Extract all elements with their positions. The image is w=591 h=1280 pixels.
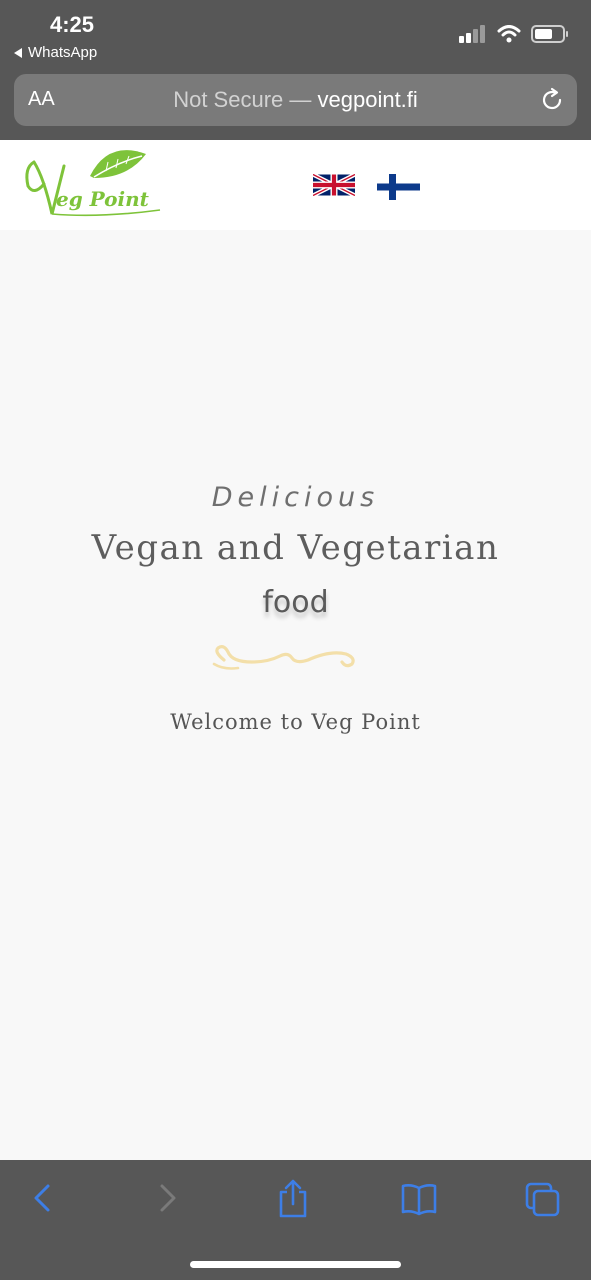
share-icon[interactable] (277, 1178, 309, 1220)
security-label: Not Secure — (173, 87, 312, 112)
address-bar[interactable]: AA Not Secure — vegpoint.fi (14, 74, 577, 126)
decorative-swirl-icon (212, 645, 355, 670)
home-indicator[interactable] (190, 1261, 401, 1268)
hero-section: Delicious Vegan and Vegetarian food Welc… (0, 230, 591, 1160)
uk-flag-icon[interactable] (313, 174, 355, 196)
svg-text:eg Point: eg Point (56, 187, 150, 211)
hero-subtitle-food: food (262, 585, 329, 620)
cellular-signal-icon (459, 25, 485, 43)
site-header: eg Point (0, 140, 591, 230)
back-app-label: WhatsApp (28, 44, 98, 61)
vegpoint-logo[interactable]: eg Point (20, 144, 170, 220)
welcome-text: Welcome to Veg Point (170, 710, 421, 734)
url-host: vegpoint.fi (317, 87, 418, 112)
safari-top-chrome: 4:25 WhatsApp AA Not Secure — vegpoint.f… (0, 0, 591, 140)
finland-flag-icon[interactable] (377, 174, 420, 200)
forward-icon[interactable] (156, 1178, 180, 1218)
reload-icon[interactable] (539, 87, 565, 113)
wifi-icon (497, 25, 521, 43)
tabs-icon[interactable] (524, 1178, 562, 1218)
battery-icon (531, 25, 568, 43)
status-icons (459, 24, 569, 44)
back-triangle-icon (14, 47, 22, 58)
hero-tagline-delicious: Delicious (211, 482, 380, 513)
bookmarks-icon[interactable] (400, 1178, 438, 1218)
back-to-app-link[interactable]: WhatsApp (14, 44, 97, 61)
hero-title: Vegan and Vegetarian (91, 528, 500, 568)
status-time: 4:25 (50, 12, 95, 37)
url-display[interactable]: Not Secure — vegpoint.fi (14, 87, 577, 113)
back-icon[interactable] (30, 1178, 54, 1218)
